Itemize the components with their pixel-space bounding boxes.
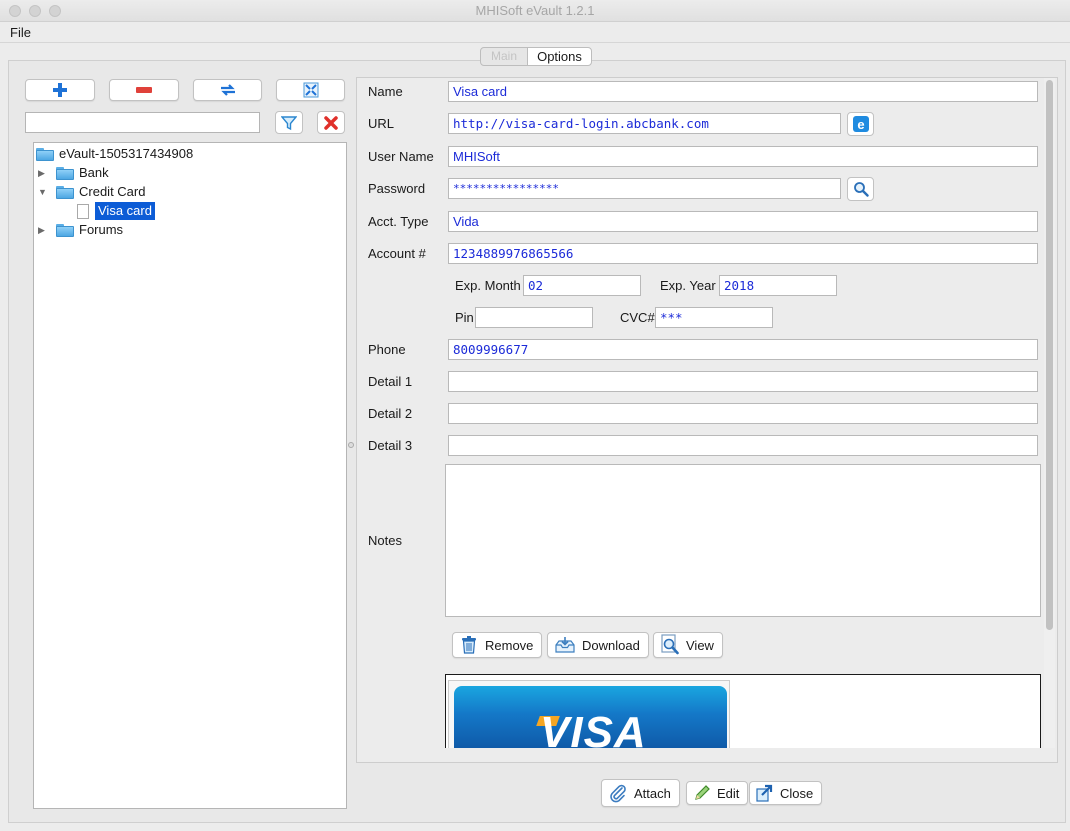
filter-icon	[281, 115, 297, 130]
tab-options[interactable]: Options	[527, 47, 592, 66]
download-tray-icon	[554, 636, 576, 654]
minus-icon	[136, 87, 152, 93]
accttype-label: Acct. Type	[368, 214, 429, 229]
detail3-label: Detail 3	[368, 438, 413, 453]
browser-icon: e	[852, 116, 869, 132]
add-button[interactable]	[25, 79, 95, 101]
refresh-icon	[220, 84, 235, 96]
clear-filter-button[interactable]	[317, 111, 345, 134]
name-label: Name	[368, 84, 403, 99]
detail2-label: Detail 2	[368, 406, 413, 421]
visa-logo-text: VISA	[540, 708, 647, 757]
view-attachment-button[interactable]: View	[653, 632, 723, 658]
tree-item-bank[interactable]: ▶ Bank	[38, 164, 109, 182]
view-document-icon	[660, 634, 680, 656]
url-field[interactable]: http://visa-card-login.abcbank.com	[448, 113, 841, 134]
sync-button[interactable]	[193, 79, 262, 101]
tab-main[interactable]: Main	[480, 47, 528, 66]
svg-text:e: e	[857, 117, 864, 132]
filter-button[interactable]	[275, 111, 303, 134]
detail1-field[interactable]	[448, 371, 1038, 392]
expand-icon	[303, 82, 318, 98]
tree-item-forums[interactable]: ▶ Forums	[38, 221, 123, 239]
scrollbar-thumb[interactable]	[1046, 80, 1053, 630]
detail2-field[interactable]	[448, 403, 1038, 424]
detail1-label: Detail 1	[368, 374, 413, 389]
notes-textarea[interactable]	[445, 464, 1041, 617]
expand-button[interactable]	[276, 79, 345, 101]
edit-button[interactable]: Edit	[686, 781, 749, 805]
remove-label: Remove	[485, 637, 534, 653]
menu-bar	[0, 22, 1070, 43]
attach-label: Attach	[634, 785, 671, 801]
pencil-icon	[693, 784, 711, 802]
url-label: URL	[368, 116, 395, 131]
split-pane-divider[interactable]	[348, 442, 354, 448]
cvc-field[interactable]: ***	[655, 307, 773, 328]
exit-arrow-icon	[756, 784, 774, 802]
close-button[interactable]: Close	[749, 781, 823, 805]
folder-icon	[56, 223, 74, 237]
expyear-field[interactable]: 2018	[719, 275, 837, 296]
window-title: MHISoft eVault 1.2.1	[475, 3, 595, 18]
expmonth-label: Exp. Month	[455, 278, 521, 293]
username-field[interactable]: MHISoft	[448, 146, 1038, 167]
name-field[interactable]: Visa card	[448, 81, 1038, 102]
collapsed-arrow-icon[interactable]: ▶	[38, 221, 48, 239]
plus-icon	[53, 83, 67, 97]
download-attachment-button[interactable]: Download	[547, 632, 649, 658]
search-input[interactable]	[25, 112, 260, 133]
pin-field[interactable]	[475, 307, 593, 328]
document-icon	[77, 203, 89, 219]
tree-root[interactable]: eVault-1505317434908	[36, 145, 193, 163]
magnifier-icon	[853, 182, 869, 197]
attach-button[interactable]: Attach	[601, 779, 680, 807]
collapsed-arrow-icon[interactable]: ▶	[38, 164, 48, 182]
expyear-label: Exp. Year	[660, 278, 716, 293]
menu-file[interactable]: File	[10, 25, 31, 40]
tree-item-label: Credit Card	[79, 184, 146, 199]
tree-item-credit-card[interactable]: ▼ Credit Card	[38, 183, 145, 201]
trash-icon	[459, 635, 479, 655]
tree-item-label: Bank	[79, 165, 109, 180]
cvc-label: CVC#	[620, 310, 655, 325]
accttype-field[interactable]: Vida	[448, 211, 1038, 232]
view-label: View	[686, 637, 714, 653]
phone-field[interactable]: 8009996677	[448, 339, 1038, 360]
delete-button[interactable]	[109, 79, 179, 101]
download-label: Download	[582, 637, 640, 653]
show-password-button[interactable]	[847, 177, 874, 201]
paperclip-icon	[608, 783, 628, 803]
expanded-arrow-icon[interactable]: ▼	[38, 183, 48, 201]
detail3-field[interactable]	[448, 435, 1038, 456]
account-label: Account #	[368, 246, 426, 261]
tree-item-visa-card[interactable]: Visa card	[77, 202, 155, 220]
close-label: Close	[780, 785, 814, 801]
tree-item-label: Visa card	[95, 202, 155, 220]
password-field[interactable]: ****************	[448, 178, 841, 199]
username-label: User Name	[368, 149, 434, 164]
pin-label: Pin	[455, 310, 474, 325]
clear-x-icon	[324, 115, 338, 130]
tree-root-label: eVault-1505317434908	[59, 146, 194, 161]
edit-label: Edit	[717, 785, 740, 801]
vault-tree[interactable]: eVault-1505317434908 ▶ Bank ▼ Credit Car…	[33, 142, 347, 809]
expmonth-field[interactable]: 02	[523, 275, 641, 296]
password-label: Password	[368, 181, 426, 196]
open-folder-icon	[56, 185, 74, 199]
tree-item-label: Forums	[79, 222, 124, 237]
notes-label: Notes	[368, 533, 402, 548]
phone-label: Phone	[368, 342, 406, 357]
open-url-button[interactable]: e	[847, 112, 874, 136]
open-folder-icon	[36, 147, 54, 161]
account-field[interactable]: 1234889976865566	[448, 243, 1038, 264]
folder-icon	[56, 166, 74, 180]
remove-attachment-button[interactable]: Remove	[452, 632, 543, 658]
